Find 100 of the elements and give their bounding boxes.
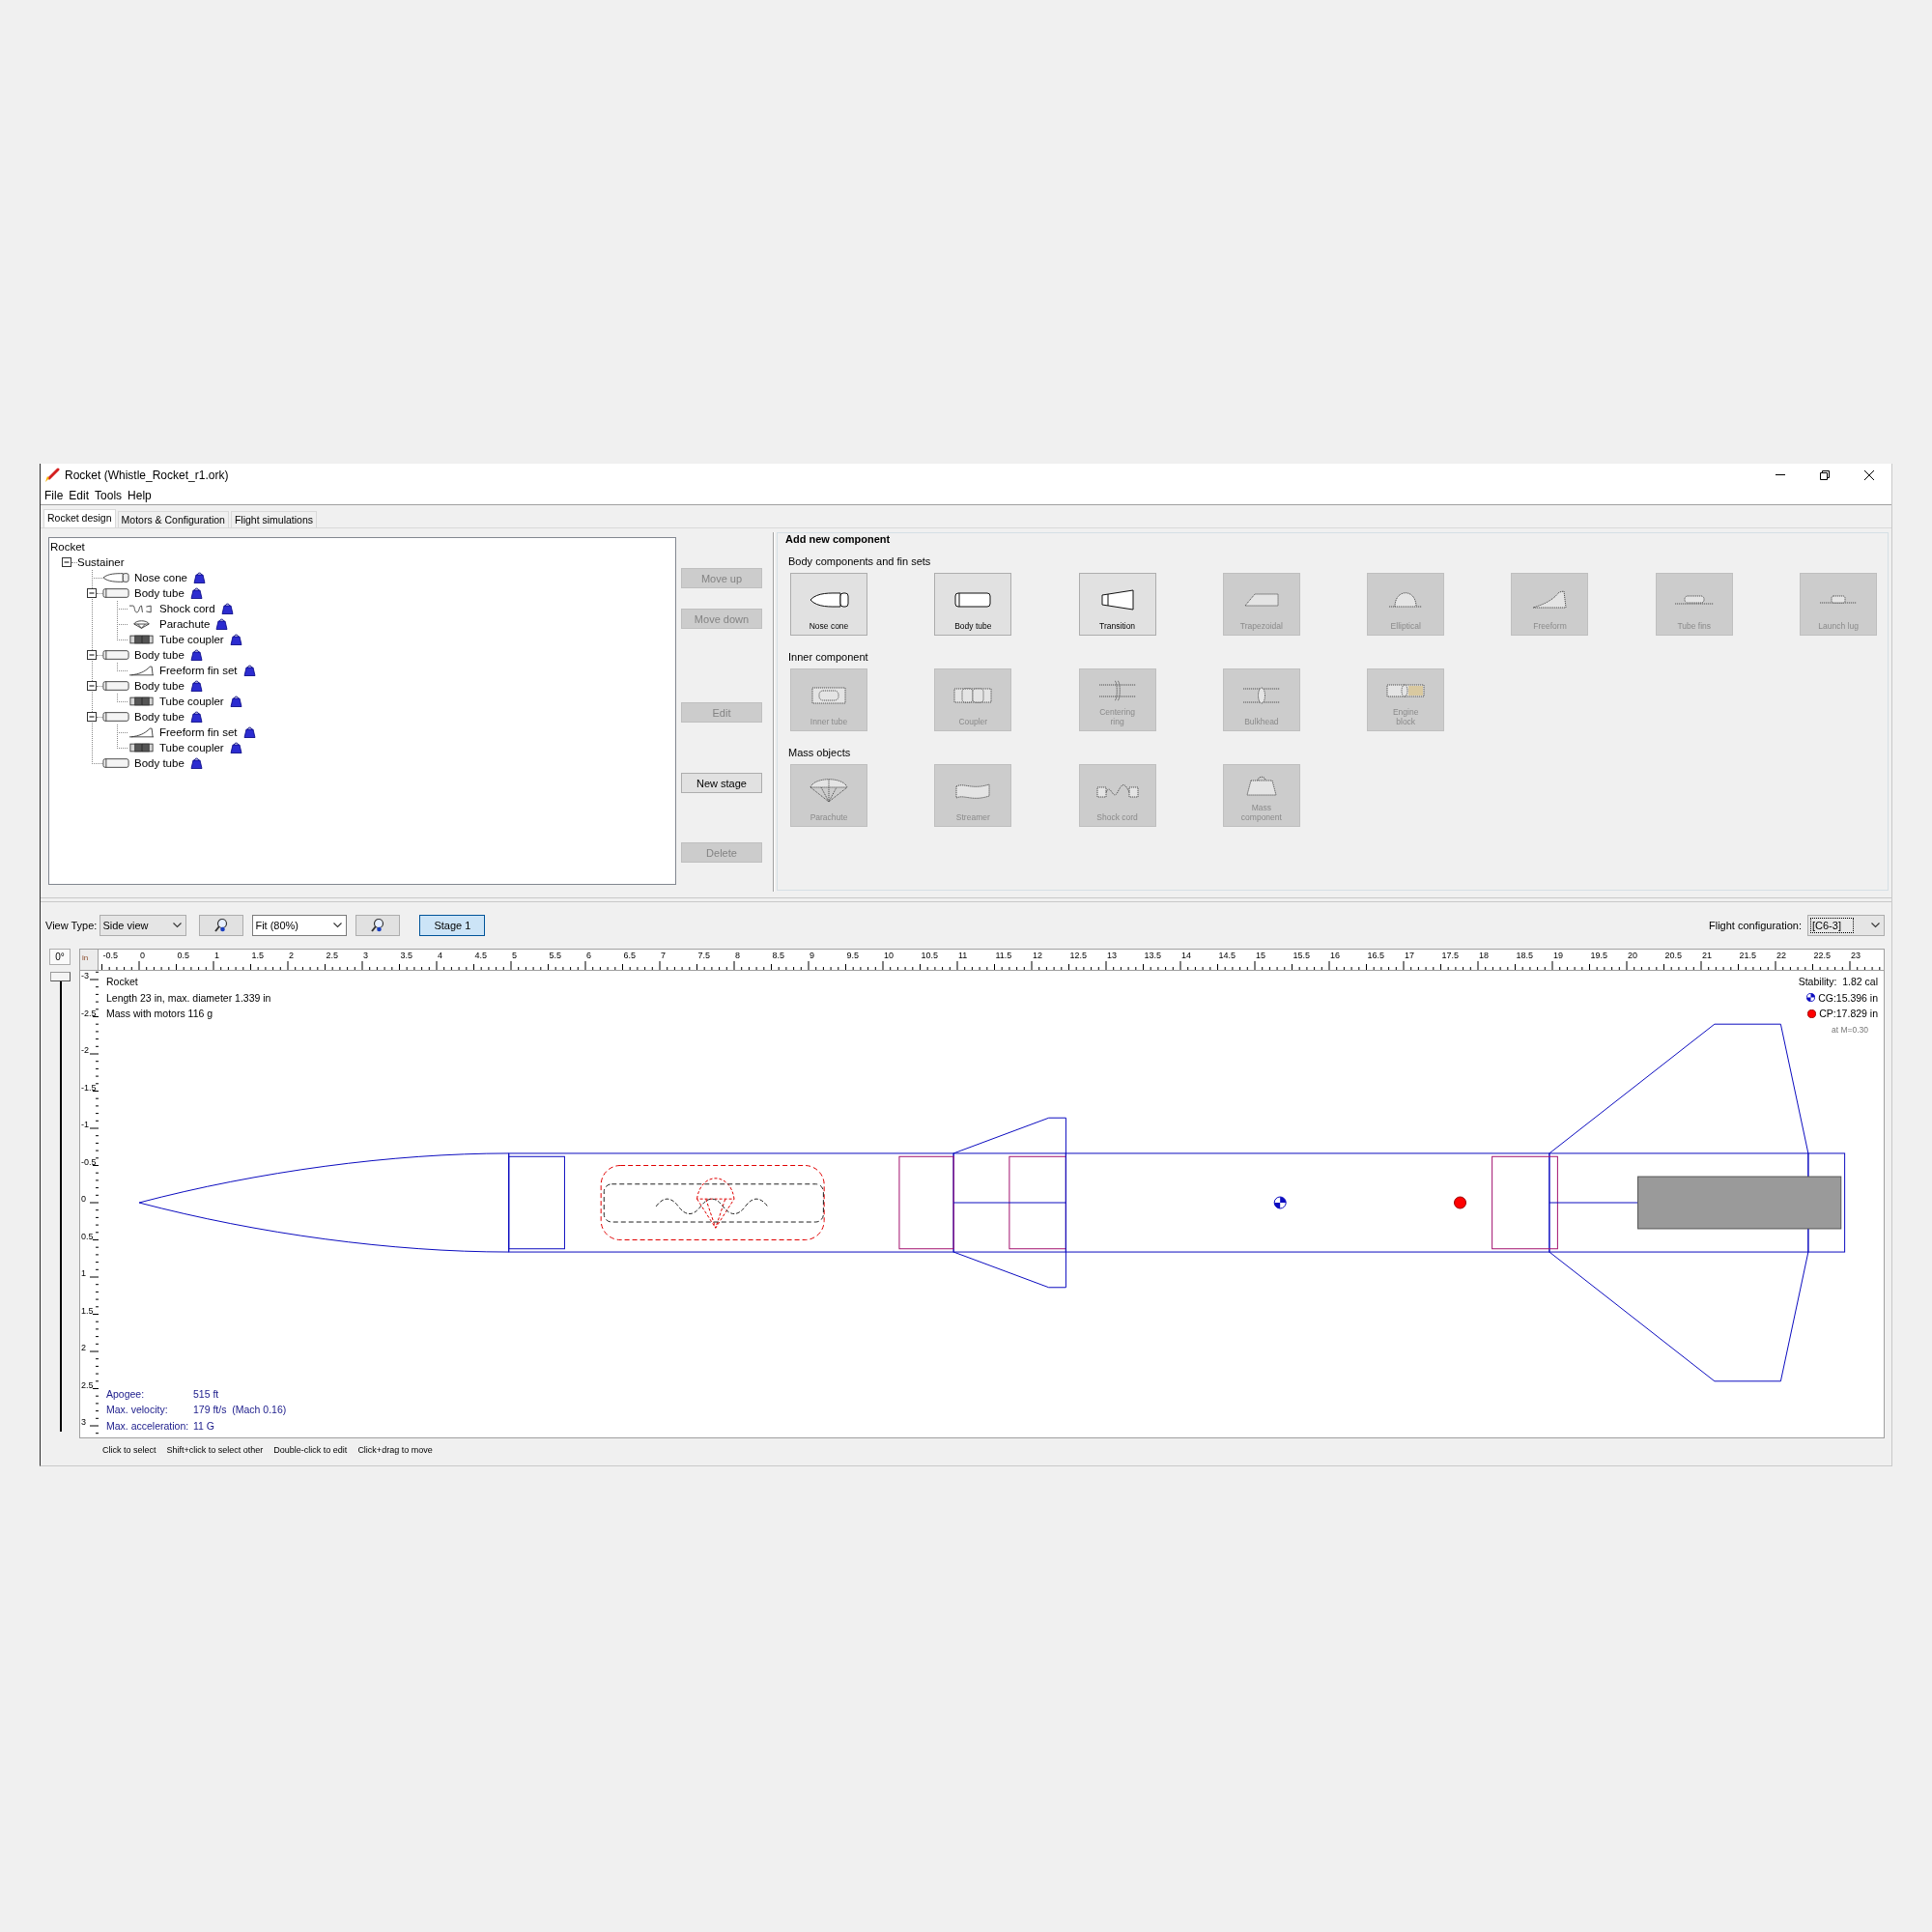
ruler-label: 20 (1628, 951, 1637, 960)
cg-marker-icon (1806, 993, 1816, 1003)
collapse-icon[interactable] (87, 588, 97, 598)
cg-text: CG:15.396 in (1818, 990, 1878, 1006)
tree-item[interactable]: Freeform fin set (159, 724, 238, 740)
launch-lug-icon (1819, 595, 1859, 604)
ruler-label: 18 (1479, 951, 1489, 960)
tab[interactable]: Motors & Configuration (117, 511, 229, 527)
zoom-select[interactable]: Fit (80%) (252, 915, 348, 936)
collapse-icon[interactable] (62, 557, 71, 567)
ruler-label: 16 (1330, 951, 1340, 960)
menu-item[interactable]: Tools (92, 488, 126, 502)
ruler-label: 10.5 (921, 951, 939, 960)
panel-title: Add new component (785, 533, 891, 546)
tree-item[interactable]: Nose cone (134, 570, 187, 585)
tree-item[interactable]: Body tube (134, 585, 185, 601)
menu-item[interactable]: Help (125, 488, 155, 502)
tree-item[interactable]: Rocket (50, 539, 85, 554)
ruler-label: 1 (81, 1268, 86, 1278)
collapse-icon[interactable] (87, 650, 97, 660)
ruler-label: -2 (81, 1045, 89, 1055)
ruler-label: 18.5 (1516, 951, 1534, 960)
ruler-label: 2 (81, 1343, 86, 1352)
hint-text: Click to select (102, 1444, 156, 1456)
info-text: Rocket (106, 975, 138, 989)
body-tube-icon (102, 680, 130, 692)
result-value: 179 ft/s (Mach 0.16) (193, 1403, 287, 1418)
ruler-label: 3 (81, 1417, 86, 1427)
ruler-label: 16.5 (1367, 951, 1385, 960)
ruler-label: -3 (81, 971, 89, 980)
magnifier-icon (370, 918, 386, 933)
rotation-angle: 0° (49, 949, 71, 965)
tree-item[interactable]: Body tube (134, 647, 185, 663)
close-icon (1864, 469, 1874, 480)
tree-item[interactable]: Freeform fin set (159, 663, 238, 678)
ruler-label: 21.5 (1739, 951, 1757, 960)
ruler-label: 19 (1553, 951, 1563, 960)
ruler-label: 12 (1033, 951, 1042, 960)
nose-cone-icon (102, 572, 130, 583)
ruler-label: 17.5 (1441, 951, 1460, 960)
cp-text: CP:17.829 in (1819, 1007, 1878, 1022)
chevron-down-icon (1871, 923, 1880, 928)
menu-item[interactable]: File (42, 488, 67, 502)
tree-item[interactable]: Tube coupler (159, 632, 224, 647)
slider-thumb[interactable] (50, 972, 71, 981)
tree-item[interactable]: Parachute (159, 616, 211, 632)
stage-toggle[interactable]: Stage 1 (419, 915, 486, 936)
component-button[interactable]: Nose cone (790, 573, 867, 636)
group-title: Body components and fin sets (787, 554, 931, 568)
elliptical-fin-icon (1388, 591, 1424, 608)
zoom-out-button[interactable] (199, 915, 244, 936)
ruler-label: 15.5 (1293, 951, 1311, 960)
zoom-in-button[interactable] (355, 915, 401, 936)
ruler-label: 11 (958, 951, 968, 960)
tree-item[interactable]: Tube coupler (159, 694, 224, 709)
streamer-icon (955, 781, 991, 800)
coupler-icon (953, 687, 993, 703)
stability-text: Stability: 1.82 cal (1798, 975, 1878, 989)
flight-configuration-select[interactable]: [C6-3] (1807, 915, 1885, 936)
tree-item[interactable]: Tube coupler (159, 740, 224, 755)
info-text: Length 23 in, max. diameter 1.339 in (106, 990, 271, 1006)
body-tube-icon (102, 649, 130, 661)
ruler-label: 20.5 (1664, 951, 1683, 960)
ruler-label: -2.5 (81, 1008, 97, 1018)
tree-item[interactable]: Body tube (134, 709, 185, 724)
ruler-label: 3 (363, 951, 368, 960)
body-tube-icon (102, 757, 130, 769)
ruler-label: 9.5 (846, 951, 859, 960)
fin-icon (128, 665, 156, 676)
tree-item[interactable]: Body tube (134, 678, 185, 694)
tube-coupler-icon (128, 696, 156, 707)
tree-item[interactable]: Shock cord (159, 601, 215, 616)
tree-item[interactable]: Body tube (134, 755, 185, 771)
weight-icon (1245, 776, 1277, 796)
ruler-label: 0.5 (81, 1231, 94, 1241)
ruler-label: 14 (1181, 951, 1191, 960)
tab[interactable]: Rocket design (43, 509, 116, 527)
ruler-label: 12.5 (1069, 951, 1088, 960)
tube-coupler-icon (128, 742, 156, 753)
body-tube-icon (102, 711, 130, 723)
ruler-label: 0 (81, 1194, 86, 1204)
component-button[interactable]: Transition (1078, 573, 1156, 636)
collapse-icon[interactable] (87, 681, 97, 691)
chevron-down-icon (333, 923, 343, 928)
transition-icon (1100, 588, 1134, 611)
result-label: Apogee: (106, 1386, 145, 1402)
ruler-label: 7.5 (697, 951, 710, 960)
cg-marker-icon (1273, 1196, 1287, 1209)
ruler-label: 4 (438, 951, 442, 960)
menu-item[interactable]: Edit (66, 488, 93, 502)
action-button[interactable]: New stage (681, 773, 762, 793)
ruler-label: 22 (1776, 951, 1786, 960)
view-type-select[interactable]: Side view (99, 915, 187, 936)
collapse-icon[interactable] (87, 712, 97, 722)
cp-marker-icon (1454, 1196, 1466, 1209)
ruler-label: 8.5 (772, 951, 784, 960)
tree-item[interactable]: Sustainer (77, 554, 125, 570)
tab[interactable]: Flight simulations (230, 511, 318, 527)
ruler-label: 2.5 (81, 1379, 94, 1390)
component-button[interactable]: Body tube (934, 573, 1012, 636)
